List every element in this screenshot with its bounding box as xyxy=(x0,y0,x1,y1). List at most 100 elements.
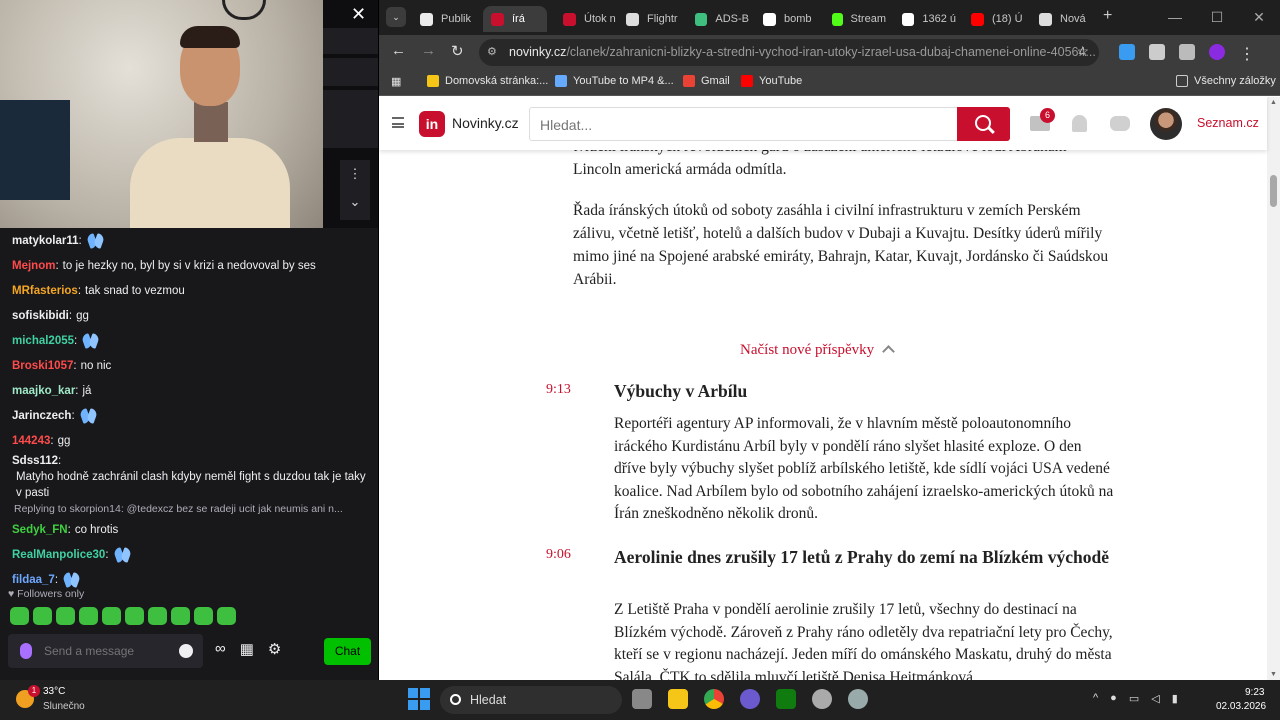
scroll-down-icon[interactable]: ▼ xyxy=(1270,671,1277,678)
site-info-icon[interactable]: ⚙ xyxy=(487,45,501,59)
bookmark-item[interactable]: YouTube to MP4 &... xyxy=(555,75,674,87)
settings-icon[interactable] xyxy=(848,689,868,709)
monitor-icon[interactable]: ▭ xyxy=(1129,692,1139,705)
chrome-icon[interactable] xyxy=(704,689,724,709)
chat-username[interactable]: Broski1057 xyxy=(12,358,73,374)
chat-username[interactable]: maajko_kar xyxy=(12,383,75,399)
avatar[interactable] xyxy=(1150,108,1182,140)
emote-button[interactable] xyxy=(79,607,98,625)
browser-tab[interactable]: (18) Ú xyxy=(963,6,1025,32)
address-bar[interactable]: ⚙ novinky.cz/clanek/zahranicni-blizky-a-… xyxy=(479,39,1099,66)
taskbar-search[interactable]: Hledat xyxy=(440,686,622,714)
chat-bubble-icon[interactable] xyxy=(1110,116,1130,131)
browser-tab[interactable]: Flightr xyxy=(618,6,680,32)
bookmark-item[interactable]: YouTube xyxy=(741,75,802,87)
browser-tab[interactable]: Útok n xyxy=(555,6,617,32)
chat-username[interactable]: Sedyk_FN xyxy=(12,522,68,538)
browser-tab[interactable]: Publik xyxy=(412,6,476,32)
microphone-icon[interactable] xyxy=(20,643,32,659)
seznam-link[interactable]: Seznam.cz xyxy=(1197,116,1259,130)
back-arrow-icon[interactable]: ← xyxy=(391,42,406,59)
chat-send-button[interactable]: Chat xyxy=(324,638,371,665)
maximize-button[interactable]: ☐ xyxy=(1196,0,1238,35)
window-close-button[interactable]: ✕ xyxy=(1238,0,1280,35)
chat-username[interactable]: RealManpolice30 xyxy=(12,547,105,563)
chat-username[interactable]: MRfasterios xyxy=(12,283,78,299)
bits-icon[interactable]: ∞ xyxy=(215,640,226,658)
chat-message-input[interactable] xyxy=(44,640,174,662)
microphone-icon[interactable]: ● xyxy=(1110,692,1117,705)
clock-date[interactable]: 02.03.2026 xyxy=(1216,701,1266,712)
weather-temperature[interactable]: 33°C xyxy=(43,686,65,697)
hamburger-menu-icon[interactable] xyxy=(392,117,404,128)
emote-button[interactable] xyxy=(10,607,29,625)
app-icon[interactable] xyxy=(812,689,832,709)
bookmark-item[interactable]: Gmail xyxy=(683,75,730,87)
browser-tab[interactable]: 1362 ú xyxy=(894,6,956,32)
chat-input-box[interactable] xyxy=(8,634,203,668)
extension-icon[interactable] xyxy=(1119,44,1135,60)
browser-tab[interactable]: Nová xyxy=(1031,6,1093,32)
browser-tab[interactable]: Stream xyxy=(824,6,886,32)
reading-list-icon[interactable] xyxy=(1179,44,1195,60)
chat-username[interactable]: Sdss112 xyxy=(12,453,58,469)
minimize-button[interactable]: — xyxy=(1154,0,1196,35)
bookmark-item[interactable]: Domovská stránka:... xyxy=(427,75,548,87)
chat-username[interactable]: Jarinczech xyxy=(12,408,71,424)
apps-grid-icon[interactable]: ▦ xyxy=(391,75,401,88)
chat-username[interactable]: Mejnom xyxy=(12,258,55,274)
chat-username[interactable]: 144243 xyxy=(12,433,50,449)
task-view-icon[interactable] xyxy=(632,689,652,709)
chat-username[interactable]: fildaa_7 xyxy=(12,572,55,588)
chat-username[interactable]: sofiskibidi xyxy=(12,308,69,324)
more-options-icon[interactable]: ⋮ xyxy=(340,160,370,188)
webcam-video[interactable] xyxy=(0,0,323,228)
load-new-posts-button[interactable]: Načíst nové příspěvky xyxy=(740,342,896,359)
site-search-input[interactable] xyxy=(540,115,940,135)
search-button[interactable] xyxy=(957,107,1010,141)
file-explorer-icon[interactable] xyxy=(668,689,688,709)
emote-button[interactable] xyxy=(33,607,52,625)
bookmark-star-icon[interactable]: ☆ xyxy=(1076,43,1089,60)
windows-start-button[interactable] xyxy=(408,688,430,710)
emote-button[interactable] xyxy=(194,607,213,625)
new-tab-button[interactable]: + xyxy=(1103,7,1112,25)
emote-button[interactable] xyxy=(148,607,167,625)
emoji-picker-icon[interactable] xyxy=(179,644,193,658)
emote-button[interactable] xyxy=(217,607,236,625)
reload-icon[interactable]: ↻ xyxy=(451,42,464,60)
scrollbar-thumb[interactable] xyxy=(1270,175,1277,207)
scroll-up-icon[interactable]: ▲ xyxy=(1270,99,1277,106)
chevron-up-icon[interactable]: ^ xyxy=(1093,692,1098,705)
gear-icon[interactable]: ⚙ xyxy=(268,640,281,658)
extensions-puzzle-icon[interactable] xyxy=(1149,44,1165,60)
app-icon[interactable] xyxy=(740,689,760,709)
xbox-icon[interactable] xyxy=(776,689,796,709)
all-bookmarks-button[interactable]: Všechny záložky xyxy=(1176,75,1276,87)
chat-username[interactable]: michal2055 xyxy=(12,333,74,349)
battery-icon[interactable]: ▮ xyxy=(1172,692,1178,705)
emote-button[interactable] xyxy=(125,607,144,625)
site-search-box[interactable] xyxy=(529,107,1009,141)
novinky-logo[interactable]: in xyxy=(419,111,445,137)
page-scrollbar[interactable]: ▲ ▼ xyxy=(1267,97,1280,680)
browser-menu-icon[interactable]: ⋮ xyxy=(1239,44,1255,63)
weather-condition[interactable]: Slunečno xyxy=(43,701,85,712)
close-icon[interactable]: ✕ xyxy=(351,4,366,25)
tab-active[interactable]: írá xyxy=(483,6,547,32)
bell-icon[interactable] xyxy=(1072,115,1087,132)
chevron-down-icon[interactable]: ⌄ xyxy=(340,188,370,216)
emote-button[interactable] xyxy=(56,607,75,625)
profile-avatar-icon[interactable] xyxy=(1209,44,1225,60)
emote-button[interactable] xyxy=(171,607,190,625)
site-name[interactable]: Novinky.cz xyxy=(452,115,519,131)
emote-button[interactable] xyxy=(102,607,121,625)
volume-icon[interactable]: ◁ xyxy=(1151,692,1159,705)
forward-arrow-icon[interactable]: → xyxy=(421,42,436,59)
store-icon[interactable]: ▦ xyxy=(240,640,254,658)
browser-tab[interactable]: bomb xyxy=(755,6,817,32)
chat-username[interactable]: matykolar11 xyxy=(12,233,79,249)
clock-time[interactable]: 9:23 xyxy=(1245,687,1264,698)
browser-tab[interactable]: ADS-B xyxy=(687,6,749,32)
tab-search-button[interactable]: ⌄ xyxy=(386,7,406,27)
